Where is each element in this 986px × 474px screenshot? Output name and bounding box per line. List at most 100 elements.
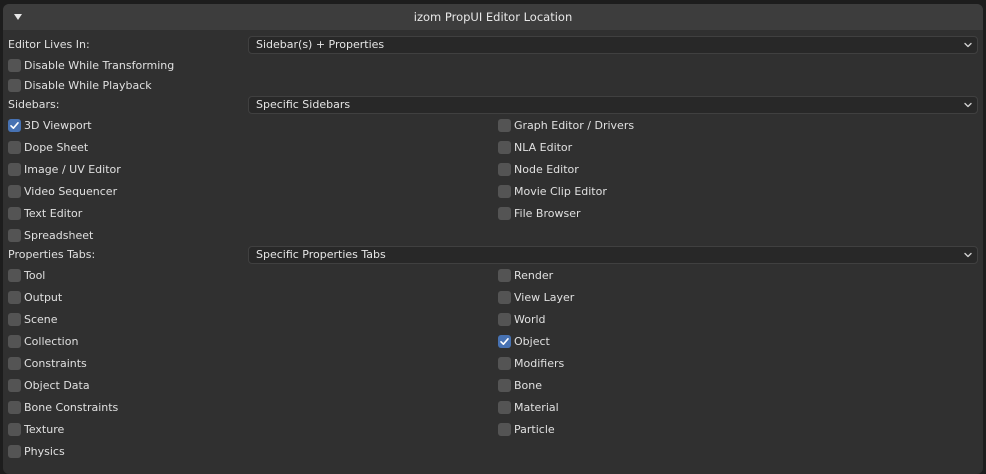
checkbox-box[interactable] <box>8 312 21 326</box>
sidebars-dropdown[interactable]: Specific Sidebars <box>248 96 978 114</box>
addon-preferences-panel: izom PropUI Editor Location <box>3 4 983 474</box>
checkbox-box[interactable] <box>8 118 21 132</box>
checkbox-box[interactable] <box>8 268 21 282</box>
sidebar-3d-viewport-checkbox[interactable]: 3D Viewport <box>8 116 92 134</box>
tab-modifiers-checkbox[interactable]: Modifiers <box>498 354 564 372</box>
checkbox-label: Collection <box>24 334 79 348</box>
checkbox-box[interactable] <box>8 162 21 176</box>
checkbox-box[interactable] <box>498 162 511 176</box>
checkbox-label: Image / UV Editor <box>24 162 121 176</box>
checkbox-box[interactable] <box>498 140 511 154</box>
properties-tabs-dropdown[interactable]: Specific Properties Tabs <box>248 246 978 264</box>
checkbox-label: World <box>514 312 546 326</box>
sidebar-dope-sheet-checkbox[interactable]: Dope Sheet <box>8 138 88 156</box>
checkbox-label: File Browser <box>514 206 581 220</box>
properties-tabs-value: Specific Properties Tabs <box>256 248 386 261</box>
checkbox-box[interactable] <box>498 206 511 220</box>
checkbox-box[interactable] <box>8 228 21 242</box>
checkbox-box[interactable] <box>8 356 21 370</box>
checkbox-box[interactable] <box>498 356 511 370</box>
checkbox-label: Bone <box>514 378 543 392</box>
checkbox-box[interactable] <box>8 184 21 198</box>
tab-particle-checkbox[interactable]: Particle <box>498 420 555 438</box>
checkbox-label: Disable While Playback <box>24 78 152 92</box>
checkbox-label: Graph Editor / Drivers <box>514 118 635 132</box>
tab-tool-checkbox[interactable]: Tool <box>8 266 45 284</box>
checkbox-box[interactable] <box>8 290 21 304</box>
chevron-down-icon <box>964 252 972 258</box>
checkbox-label: Constraints <box>24 356 87 370</box>
disable-while-playback-checkbox[interactable]: Disable While Playback <box>8 76 152 94</box>
sidebar-node-editor-checkbox[interactable]: Node Editor <box>498 160 579 178</box>
tab-object-data-checkbox[interactable]: Object Data <box>8 376 90 394</box>
sidebars-value: Specific Sidebars <box>256 98 351 111</box>
checkbox-label: Text Editor <box>24 206 83 220</box>
checkbox-box[interactable] <box>8 422 21 436</box>
checkbox-label: Object Data <box>24 378 90 392</box>
checkbox-label: Tool <box>24 268 46 282</box>
chevron-down-icon <box>964 42 972 48</box>
checkbox-label: Movie Clip Editor <box>514 184 607 198</box>
sidebar-text-editor-checkbox[interactable]: Text Editor <box>8 204 82 222</box>
sidebar-graph-editor-checkbox[interactable]: Graph Editor / Drivers <box>498 116 634 134</box>
sidebar-image-uv-editor-checkbox[interactable]: Image / UV Editor <box>8 160 121 178</box>
checkbox-label: Bone Constraints <box>24 400 119 414</box>
checkbox-box[interactable] <box>498 422 511 436</box>
tab-physics-checkbox[interactable]: Physics <box>8 442 65 460</box>
tab-texture-checkbox[interactable]: Texture <box>8 420 64 438</box>
chevron-down-icon <box>964 102 972 108</box>
checkbox-box[interactable] <box>498 400 511 414</box>
sidebar-movie-clip-editor-checkbox[interactable]: Movie Clip Editor <box>498 182 607 200</box>
sidebar-spreadsheet-checkbox[interactable]: Spreadsheet <box>8 226 93 244</box>
panel-title: izom PropUI Editor Location <box>413 10 573 24</box>
editor-lives-in-value: Sidebar(s) + Properties <box>256 38 385 51</box>
checkbox-box[interactable] <box>498 290 511 304</box>
tab-scene-checkbox[interactable]: Scene <box>8 310 58 328</box>
checkbox-box[interactable] <box>498 184 511 198</box>
tab-world-checkbox[interactable]: World <box>498 310 546 328</box>
sidebar-video-sequencer-checkbox[interactable]: Video Sequencer <box>8 182 117 200</box>
checkbox-label: Disable While Transforming <box>24 58 175 72</box>
disable-while-transforming-checkbox[interactable]: Disable While Transforming <box>8 56 174 74</box>
checkbox-label: NLA Editor <box>514 140 573 154</box>
checkbox-label: Particle <box>514 422 555 436</box>
checkbox-box[interactable] <box>498 268 511 282</box>
checkbox-box[interactable] <box>8 444 21 458</box>
tab-bone-checkbox[interactable]: Bone <box>498 376 542 394</box>
tab-output-checkbox[interactable]: Output <box>8 288 62 306</box>
checkbox-label: 3D Viewport <box>24 118 92 132</box>
checkbox-label: Modifiers <box>514 356 565 370</box>
checkbox-box[interactable] <box>498 118 511 132</box>
panel-header[interactable]: izom PropUI Editor Location <box>3 4 983 30</box>
tab-render-checkbox[interactable]: Render <box>498 266 553 284</box>
checkbox-box[interactable] <box>8 400 21 414</box>
checkbox-box[interactable] <box>8 334 21 348</box>
sidebar-file-browser-checkbox[interactable]: File Browser <box>498 204 580 222</box>
checkbox-label: Node Editor <box>514 162 579 176</box>
checkbox-label: Texture <box>24 422 65 436</box>
checkbox-label: Dope Sheet <box>24 140 89 154</box>
checkbox-box[interactable] <box>498 378 511 392</box>
checkbox-label: Object <box>514 334 550 348</box>
checkbox-box[interactable] <box>8 206 21 220</box>
checkbox-box[interactable] <box>8 58 21 72</box>
tab-constraints-checkbox[interactable]: Constraints <box>8 354 87 372</box>
sidebars-label: Sidebars: <box>8 98 60 111</box>
checkbox-box[interactable] <box>8 78 21 92</box>
checkbox-box[interactable] <box>498 334 511 348</box>
checkbox-box[interactable] <box>498 312 511 326</box>
checkbox-label: Spreadsheet <box>24 228 94 242</box>
checkbox-box[interactable] <box>8 378 21 392</box>
checkbox-box[interactable] <box>8 140 21 154</box>
tab-view-layer-checkbox[interactable]: View Layer <box>498 288 574 306</box>
tab-collection-checkbox[interactable]: Collection <box>8 332 78 350</box>
checkbox-label: Render <box>514 268 554 282</box>
tab-material-checkbox[interactable]: Material <box>498 398 559 416</box>
sidebar-nla-editor-checkbox[interactable]: NLA Editor <box>498 138 572 156</box>
editor-lives-in-dropdown[interactable]: Sidebar(s) + Properties <box>248 36 978 54</box>
checkbox-label: Scene <box>24 312 58 326</box>
checkbox-label: Physics <box>24 444 65 458</box>
properties-tabs-label: Properties Tabs: <box>8 248 96 261</box>
tab-bone-constraints-checkbox[interactable]: Bone Constraints <box>8 398 118 416</box>
tab-object-checkbox[interactable]: Object <box>498 332 550 350</box>
